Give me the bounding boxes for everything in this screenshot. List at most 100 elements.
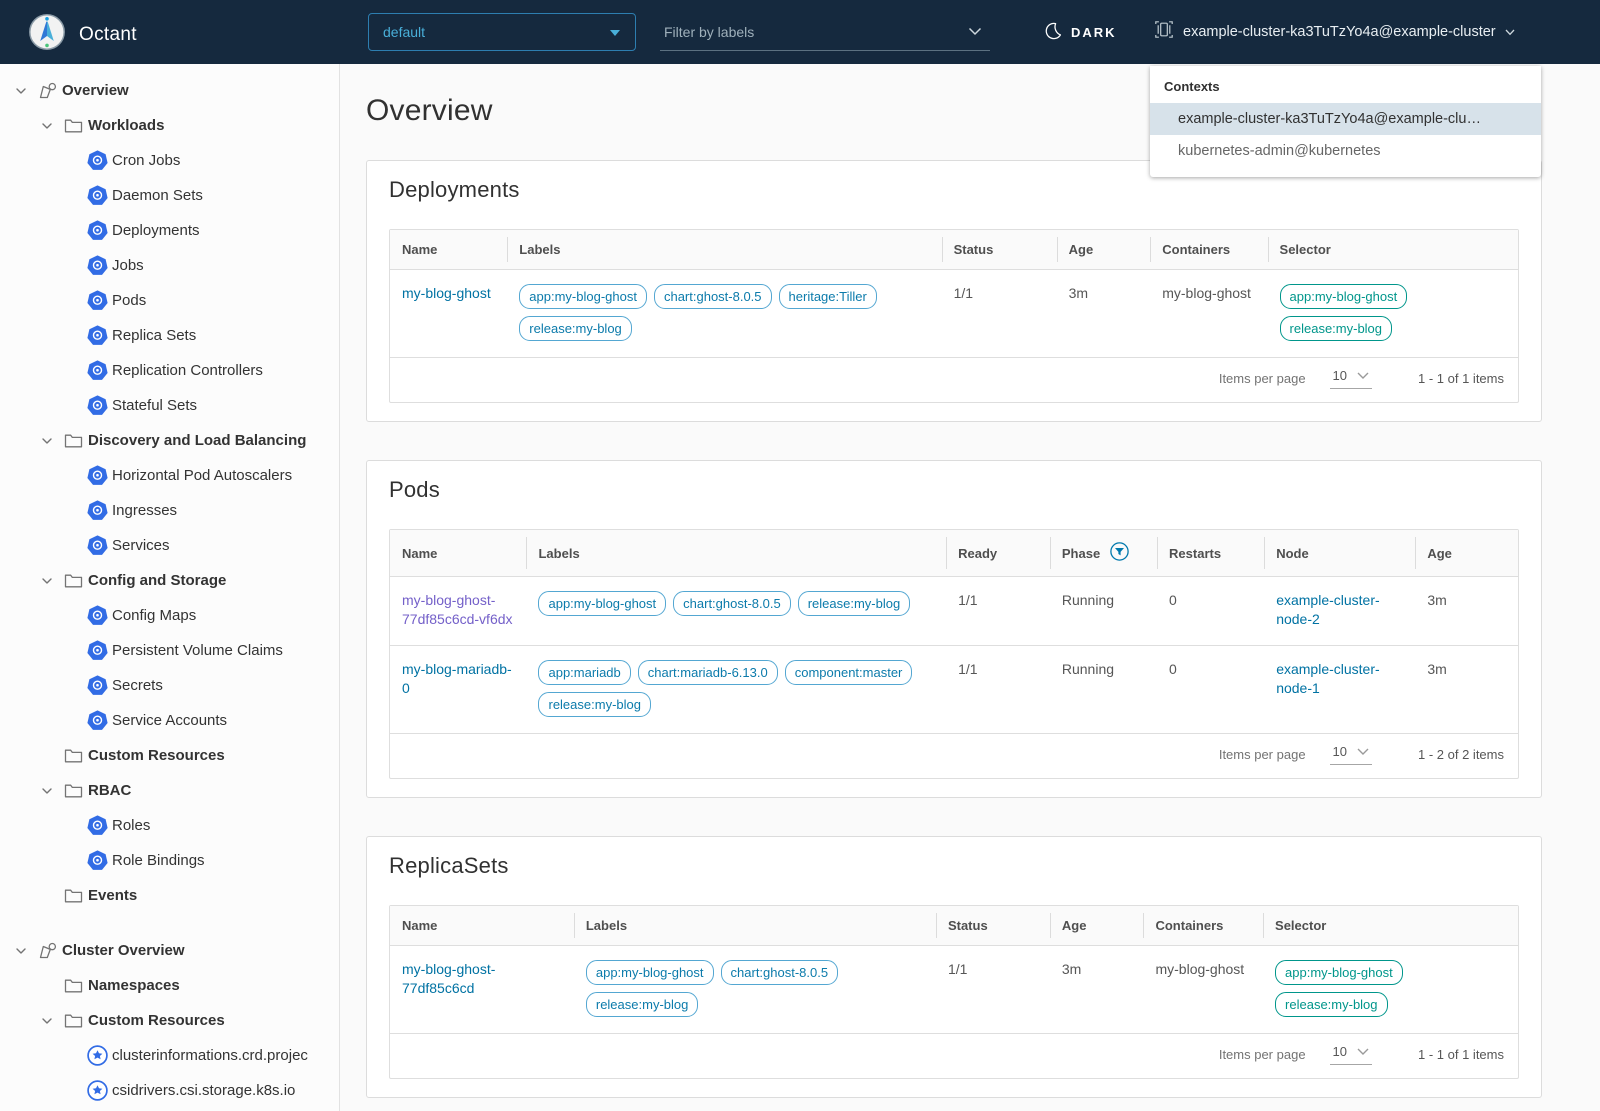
- table-cell: app:my-blog-ghost chart:ghost-8.0.5 releas…: [573, 945, 936, 1034]
- sidebar-item-roles[interactable]: Roles: [0, 808, 339, 843]
- pagination-range: 1 - 1 of 1 items: [1418, 371, 1504, 386]
- namespace-value: default: [383, 24, 426, 40]
- context-option[interactable]: example-cluster-ka3TuTzYo4a@example-clu…: [1150, 103, 1541, 135]
- sidebar-item-custom-resources[interactable]: Custom Resources: [0, 1003, 339, 1038]
- column-header-label: Selector: [1279, 242, 1331, 257]
- sidebar-item-discovery-and-load-balancing[interactable]: Discovery and Load Balancing: [0, 423, 339, 458]
- resource-link[interactable]: my-blog-ghost: [402, 285, 491, 301]
- label-filter[interactable]: [660, 13, 990, 51]
- sidebar-item-label: Replication Controllers: [112, 362, 263, 379]
- app-layout: Overview Workloads Cron Jobs Daemon Sets Dep…: [0, 64, 1600, 1111]
- resource-link[interactable]: example-cluster-node-2: [1276, 592, 1379, 627]
- label-tag: chart:mariadb-6.13.0: [637, 660, 778, 685]
- sidebar-item-config-and-storage[interactable]: Config and Storage: [0, 563, 339, 598]
- folder-icon: [60, 783, 86, 799]
- sidebar-item-deployments[interactable]: Deployments: [0, 213, 339, 248]
- resource-link[interactable]: my-blog-mariadb-0: [402, 661, 512, 696]
- table-cell: Running: [1049, 576, 1158, 646]
- context-selector[interactable]: example-cluster-ka3TuTzYo4a@example-clus…: [1154, 20, 1515, 43]
- sidebar-item-events[interactable]: Events: [0, 878, 339, 913]
- moon-icon: [1044, 22, 1062, 43]
- column-header-label: Labels: [519, 242, 561, 257]
- top-navbar: Octant default DARK example-cluster-ka3T…: [0, 0, 1600, 64]
- resource-link[interactable]: example-cluster-node-1: [1276, 661, 1379, 696]
- table-header-row: Name Labels Status Age Containers Selector: [390, 230, 1518, 270]
- sidebar-item-pods[interactable]: Pods: [0, 283, 339, 318]
- column-header-label: Selector: [1275, 918, 1327, 933]
- sidebar-item-workloads[interactable]: Workloads: [0, 108, 339, 143]
- sidebar-item-daemon-sets[interactable]: Daemon Sets: [0, 178, 339, 213]
- items-per-page-select[interactable]: 10: [1329, 1044, 1373, 1065]
- caret-down-icon[interactable]: [34, 120, 60, 132]
- cell-text: 0: [1169, 592, 1177, 608]
- table-cell: example-cluster-node-2: [1264, 576, 1416, 646]
- sidebar-item-horizontal-pod-autoscalers[interactable]: Horizontal Pod Autoscalers: [0, 458, 339, 493]
- card-title: ReplicaSets: [389, 853, 509, 878]
- sidebar-item-role-bindings[interactable]: Role Bindings: [0, 843, 339, 878]
- sidebar-item-replica-sets[interactable]: Replica Sets: [0, 318, 339, 353]
- sidebar-item-rbac[interactable]: RBAC: [0, 773, 339, 808]
- caret-down-icon[interactable]: [8, 85, 34, 97]
- pagination-footer: Items per page 10 1 - 2 of 2 items: [390, 734, 1518, 778]
- items-per-page-select[interactable]: 10: [1329, 368, 1373, 389]
- cards-container: Deployments Name Labels Status Age Containers…: [366, 160, 1542, 1098]
- table-cell: 0: [1157, 645, 1265, 734]
- items-per-page-select[interactable]: 10: [1329, 744, 1373, 765]
- column-header-label: Containers: [1162, 242, 1231, 257]
- theme-toggle[interactable]: DARK: [1044, 22, 1117, 43]
- sidebar-item-cron-jobs[interactable]: Cron Jobs: [0, 143, 339, 178]
- table-cell: my-blog-ghost: [1150, 269, 1268, 358]
- sidebar-item-overview[interactable]: Overview: [0, 73, 339, 108]
- caret-down-icon[interactable]: [34, 1015, 60, 1027]
- items-per-page-value: 10: [1332, 1044, 1348, 1059]
- datagrid-deployments: Name Labels Status Age Containers Selector my-…: [389, 229, 1519, 403]
- context-option[interactable]: kubernetes-admin@kubernetes: [1150, 135, 1541, 167]
- caret-down-icon[interactable]: [34, 575, 60, 587]
- sidebar-item-ingresses[interactable]: Ingresses: [0, 493, 339, 528]
- labels-list: app:my-blog-ghost chart:ghost-8.0.5 releas…: [538, 591, 934, 616]
- sidebar-item-service-accounts[interactable]: Service Accounts: [0, 703, 339, 738]
- sidebar-item-csidrivers-csi-storage-k8s-io[interactable]: csidrivers.csi.storage.k8s.io: [0, 1073, 339, 1108]
- sidebar-item-services[interactable]: Services: [0, 528, 339, 563]
- sidebar-item-label: Role Bindings: [112, 852, 205, 869]
- items-per-page-value: 10: [1332, 368, 1348, 383]
- sidebar-item-cluster-overview[interactable]: Cluster Overview: [0, 933, 339, 968]
- column-header-status: Status: [941, 230, 1057, 270]
- column-header-labels: Labels: [507, 230, 942, 270]
- sidebar-item-secrets[interactable]: Secrets: [0, 668, 339, 703]
- selector-tag: release:my-blog: [1275, 992, 1388, 1017]
- table-cell: 3m: [1056, 269, 1151, 358]
- namespace-select[interactable]: default: [368, 13, 636, 51]
- column-header-age: Age: [1056, 230, 1151, 270]
- table-cell: example-cluster-node-1: [1264, 645, 1416, 734]
- cell-text: 3m: [1068, 285, 1089, 301]
- main-content: Overview Deployments Name Labels Status Age C…: [340, 64, 1600, 1111]
- column-header-restarts: Restarts: [1157, 530, 1265, 577]
- contexts-menu: Contexts example-cluster-ka3TuTzYo4a@exa…: [1150, 66, 1541, 177]
- cell-text: Running: [1061, 661, 1115, 677]
- sidebar-item-config-maps[interactable]: Config Maps: [0, 598, 339, 633]
- caret-down-icon[interactable]: [8, 945, 34, 957]
- contexts-menu-title: Contexts: [1164, 79, 1220, 94]
- pagination-footer: Items per page 10 1 - 1 of 1 items: [390, 1034, 1518, 1078]
- objects-icon: [34, 80, 60, 101]
- sidebar-item-jobs[interactable]: Jobs: [0, 248, 339, 283]
- resource-link[interactable]: my-blog-ghost-77df85c6cd: [402, 961, 495, 996]
- sidebar-item-persistent-volume-claims[interactable]: Persistent Volume Claims: [0, 633, 339, 668]
- sidebar-item-namespaces[interactable]: Namespaces: [0, 968, 339, 1003]
- sidebar-item-label: Horizontal Pod Autoscalers: [112, 467, 293, 484]
- resource-link[interactable]: my-blog-ghost-77df85c6cd-vf6dx: [402, 592, 513, 627]
- sidebar-item-clusterinformations-crd-projec[interactable]: clusterinformations.crd.projec: [0, 1038, 339, 1073]
- column-header-name: Name: [390, 230, 508, 270]
- sidebar-item-replication-controllers[interactable]: Replication Controllers: [0, 353, 339, 388]
- label-tag: app:my-blog-ghost: [538, 591, 667, 616]
- filter-icon[interactable]: [1110, 542, 1129, 564]
- filter-input[interactable]: [664, 23, 944, 40]
- sidebar-item-stateful-sets[interactable]: Stateful Sets: [0, 388, 339, 423]
- deployments-icon: [84, 220, 110, 241]
- sidebar-item-label: Service Accounts: [112, 712, 228, 729]
- caret-down-icon[interactable]: [34, 785, 60, 797]
- sidebar-item-custom-resources[interactable]: Custom Resources: [0, 738, 339, 773]
- caret-down-icon[interactable]: [34, 435, 60, 447]
- labels-list: app:mariadb chart:mariadb-6.13.0 component…: [538, 660, 934, 717]
